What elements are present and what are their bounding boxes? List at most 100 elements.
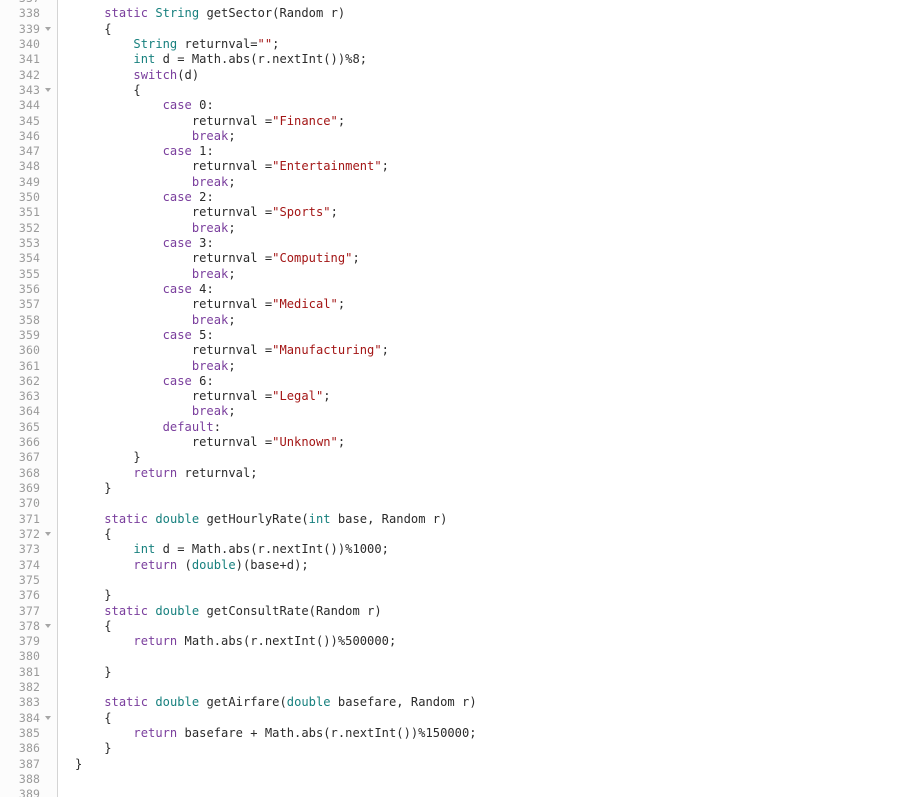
code-line[interactable]: default: — [75, 420, 898, 435]
fold-collapse-icon[interactable] — [43, 711, 53, 726]
code-line[interactable]: case 2: — [75, 190, 898, 205]
code-line[interactable]: returnval ="Unknown"; — [75, 435, 898, 450]
code-line[interactable]: { — [75, 619, 898, 634]
line-number: 366 — [0, 435, 57, 450]
code-token-plain: } — [75, 481, 112, 495]
code-content-area[interactable]: static String getSector(Random r) { Stri… — [58, 0, 898, 797]
code-line[interactable]: returnval ="Medical"; — [75, 297, 898, 312]
code-token-type: String — [133, 37, 177, 51]
code-token-type: String — [155, 6, 199, 20]
code-line[interactable]: return Math.abs(r.nextInt())%500000; — [75, 634, 898, 649]
code-token-plain: ( — [177, 558, 192, 572]
code-token-plain: returnval = — [75, 343, 272, 357]
line-number: 365 — [0, 420, 57, 435]
line-number-gutter[interactable]: 3373383393403413423433443453463473483493… — [0, 0, 58, 797]
code-token-plain: returnval = — [75, 159, 272, 173]
code-line[interactable]: int d = Math.abs(r.nextInt())%8; — [75, 52, 898, 67]
code-line[interactable] — [75, 680, 898, 695]
code-line[interactable]: return basefare + Math.abs(r.nextInt())%… — [75, 726, 898, 741]
code-token-plain: ; — [228, 267, 235, 281]
code-line[interactable]: { — [75, 711, 898, 726]
line-number: 347 — [0, 144, 57, 159]
code-line[interactable] — [75, 649, 898, 664]
code-token-plain: ; — [272, 37, 279, 51]
code-line[interactable] — [75, 787, 898, 797]
line-number: 374 — [0, 558, 57, 573]
code-token-kw: case — [163, 374, 192, 388]
code-line[interactable]: break; — [75, 129, 898, 144]
code-token-kw: case — [163, 190, 192, 204]
code-token-plain: 3: — [192, 236, 214, 250]
code-line[interactable]: } — [75, 588, 898, 603]
code-token-plain — [75, 267, 192, 281]
code-token-plain: returnval; — [177, 466, 257, 480]
line-number: 350 — [0, 190, 57, 205]
code-line[interactable]: return returnval; — [75, 466, 898, 481]
code-line[interactable]: int d = Math.abs(r.nextInt())%1000; — [75, 542, 898, 557]
code-token-plain: d = Math.abs(r.nextInt())%1000; — [155, 542, 389, 556]
code-line[interactable]: break; — [75, 404, 898, 419]
code-token-plain: ; — [382, 159, 389, 173]
code-line[interactable] — [75, 573, 898, 588]
code-line[interactable]: break; — [75, 221, 898, 236]
code-line[interactable]: returnval ="Computing"; — [75, 251, 898, 266]
code-token-plain: 5: — [192, 328, 214, 342]
code-line[interactable]: returnval ="Entertainment"; — [75, 159, 898, 174]
code-line[interactable]: case 1: — [75, 144, 898, 159]
fold-collapse-icon[interactable] — [43, 83, 53, 98]
code-token-kw: break — [192, 129, 229, 143]
code-editor[interactable]: 3373383393403413423433443453463473483493… — [0, 0, 898, 797]
code-token-kw: return — [133, 634, 177, 648]
code-line[interactable]: String returnval=""; — [75, 37, 898, 52]
fold-collapse-icon[interactable] — [43, 619, 53, 634]
code-line[interactable]: returnval ="Manufacturing"; — [75, 343, 898, 358]
code-line[interactable]: break; — [75, 267, 898, 282]
line-number: 339 — [0, 22, 57, 37]
code-token-plain — [75, 466, 133, 480]
code-line[interactable]: case 4: — [75, 282, 898, 297]
line-number: 362 — [0, 374, 57, 389]
code-line[interactable]: case 5: — [75, 328, 898, 343]
code-line[interactable]: break; — [75, 313, 898, 328]
code-token-kw: break — [192, 175, 229, 189]
code-line[interactable]: returnval ="Sports"; — [75, 205, 898, 220]
fold-collapse-icon[interactable] — [43, 527, 53, 542]
code-line[interactable]: } — [75, 450, 898, 465]
code-token-kw: break — [192, 267, 229, 281]
code-line[interactable]: returnval ="Finance"; — [75, 114, 898, 129]
code-token-kw: switch — [133, 68, 177, 82]
code-token-plain: d = Math.abs(r.nextInt())%8; — [155, 52, 367, 66]
code-line[interactable] — [75, 772, 898, 787]
code-line[interactable] — [75, 496, 898, 511]
code-line[interactable]: break; — [75, 359, 898, 374]
code-line[interactable]: switch(d) — [75, 68, 898, 83]
fold-collapse-icon[interactable] — [43, 22, 53, 37]
code-line[interactable]: case 0: — [75, 98, 898, 113]
line-number: 360 — [0, 343, 57, 358]
code-line[interactable]: static double getHourlyRate(int base, Ra… — [75, 512, 898, 527]
code-token-plain: } — [75, 665, 112, 679]
code-line[interactable]: break; — [75, 175, 898, 190]
code-line[interactable]: } — [75, 481, 898, 496]
code-line[interactable]: case 3: — [75, 236, 898, 251]
line-number: 387 — [0, 757, 57, 772]
code-token-plain: ; — [228, 313, 235, 327]
code-line[interactable]: return (double)(base+d); — [75, 558, 898, 573]
code-token-plain — [75, 420, 163, 434]
code-line[interactable]: } — [75, 757, 898, 772]
code-token-plain — [75, 190, 163, 204]
code-line[interactable]: static String getSector(Random r) — [75, 6, 898, 21]
code-line[interactable]: } — [75, 741, 898, 756]
code-line[interactable]: { — [75, 83, 898, 98]
code-line[interactable]: } — [75, 665, 898, 680]
code-line[interactable]: returnval ="Legal"; — [75, 389, 898, 404]
code-line[interactable]: { — [75, 527, 898, 542]
code-token-plain: ; — [323, 389, 330, 403]
code-token-kw: return — [133, 558, 177, 572]
line-number: 355 — [0, 267, 57, 282]
code-line[interactable]: case 6: — [75, 374, 898, 389]
code-line[interactable]: { — [75, 22, 898, 37]
code-line[interactable]: static double getAirfare(double basefare… — [75, 695, 898, 710]
code-token-plain: base, Random r) — [331, 512, 448, 526]
code-line[interactable]: static double getConsultRate(Random r) — [75, 604, 898, 619]
